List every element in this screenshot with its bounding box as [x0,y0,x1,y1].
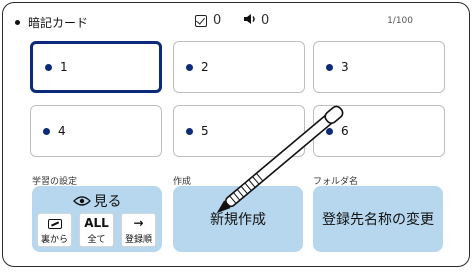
header: 暗記カード 0 0 1/100 [3,3,469,39]
card-flip-icon [38,216,71,232]
card-5[interactable]: 5 [173,105,305,157]
study-settings-panel: 見る 裏から ALL 全て → 登録順 [32,186,162,252]
order-option-button[interactable]: → 登録順 [121,213,156,247]
app-screen: 暗記カード 0 0 1/100 1 2 3 4 5 6 学習の設定 作成 フォル… [2,2,470,267]
rename-folder-button[interactable]: 登録先名称の変更 [313,186,443,252]
card-label: 5 [201,124,209,138]
card-bullet-icon [43,127,50,135]
speaker-icon [243,13,257,28]
card-3[interactable]: 3 [313,41,445,93]
card-label: 2 [201,60,209,74]
card-bullet-icon [326,127,333,135]
all-option-button[interactable]: ALL 全て [79,213,114,247]
card-bullet-icon [186,127,193,135]
card-6[interactable]: 6 [313,105,445,157]
reverse-option-button[interactable]: 裏から [37,213,72,247]
eye-icon [72,196,91,206]
page-indicator: 1/100 [387,16,413,26]
order-option-label: 登録順 [124,235,152,245]
card-bullet-icon [326,63,333,71]
card-4[interactable]: 4 [30,105,162,157]
rename-folder-label: 登録先名称の変更 [322,212,434,228]
view-button[interactable]: 見る [32,191,162,211]
card-bullet-icon [186,63,193,71]
new-create-button[interactable]: 新規作成 [173,186,303,252]
checkbox-icon [195,14,207,27]
reverse-option-label: 裏から [40,235,68,245]
arrow-right-icon: → [133,216,144,230]
all-icon: ALL [84,216,109,230]
view-button-label: 見る [93,194,122,210]
new-create-label: 新規作成 [210,212,266,228]
card-label: 6 [341,124,349,138]
card-bullet-icon [45,63,52,71]
check-counter[interactable]: 0 [195,13,221,28]
card-label: 4 [58,124,66,138]
check-count: 0 [213,13,222,28]
speak-counter[interactable]: 0 [243,13,269,28]
card-label: 1 [60,60,68,74]
card-2[interactable]: 2 [173,41,305,93]
card-1[interactable]: 1 [30,41,162,93]
app-title-text: 暗記カード [28,16,89,30]
title-dot-icon [15,20,20,25]
all-option-label: 全て [87,235,106,245]
app-title: 暗記カード [15,14,88,31]
speak-count: 0 [261,13,270,28]
card-label: 3 [341,60,349,74]
